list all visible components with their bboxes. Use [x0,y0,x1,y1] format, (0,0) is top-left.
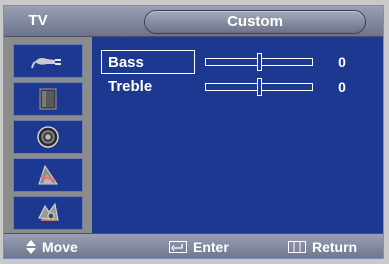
tv-mode-label: TV [28,12,48,29]
treble-slider-thumb[interactable] [257,78,262,96]
treble-label[interactable]: Treble [108,75,152,99]
sidebar-item-sound[interactable] [13,120,83,154]
move-hint: Move [26,234,78,258]
bass-slider[interactable] [205,53,313,71]
input-plug-icon [31,58,61,69]
enter-label: Enter [193,239,229,255]
settings-panel: Bass 0 Treble 0 [92,37,383,233]
sidebar-menu [4,37,92,233]
enter-hint: Enter [169,234,229,258]
sidebar-item-input[interactable] [13,44,83,78]
channel-icon [38,164,58,185]
bass-label[interactable]: Bass [101,50,195,74]
sidebar-item-setup[interactable] [13,196,83,230]
return-hint: Return [288,234,358,258]
sidebar-item-channel[interactable] [13,158,83,192]
treble-slider[interactable] [205,78,313,96]
sound-speaker-icon [37,126,59,148]
header-bar: TV Custom [4,6,383,37]
move-label: Move [42,239,78,255]
sidebar-item-picture[interactable] [13,82,83,116]
treble-value: 0 [338,79,346,95]
footer-hint-bar: Move Enter Return [4,233,383,258]
enter-icon [169,241,187,253]
up-down-arrow-icon [26,240,36,254]
return-label: Return [312,239,358,255]
tv-osd-menu: TV Custom Bass 0 Treble 0 Move Enter Ret… [3,5,384,259]
page-title: Custom [144,10,366,34]
return-menu-icon [288,241,306,253]
bass-slider-thumb[interactable] [257,53,262,71]
setup-icon [38,202,59,221]
bass-value: 0 [338,54,346,70]
picture-icon [39,88,57,110]
